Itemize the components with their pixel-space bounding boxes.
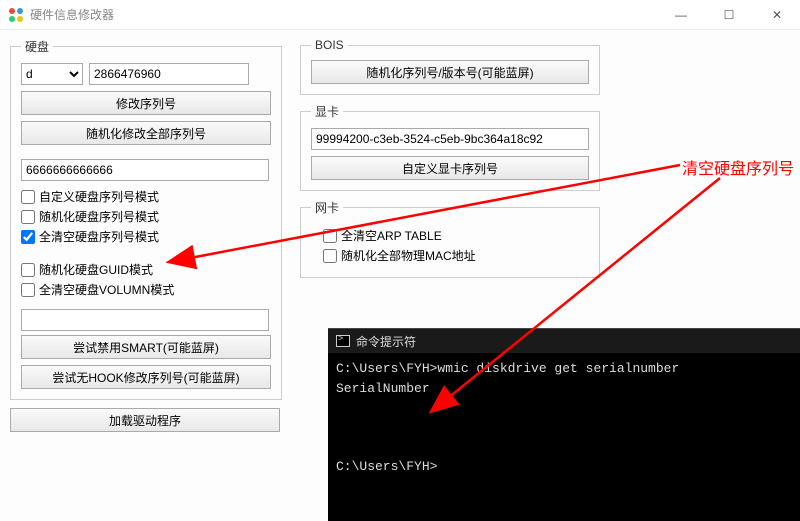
chk-custom-serial[interactable] bbox=[21, 190, 35, 204]
nohook-serial-button[interactable]: 尝试无HOOK修改序列号(可能蓝屏) bbox=[21, 365, 271, 389]
console-prompt: C:\Users\FYH> bbox=[336, 459, 437, 474]
drive-select[interactable]: d bbox=[21, 63, 83, 85]
nic-group: 网卡 全清空ARP TABLE 随机化全部物理MAC地址 bbox=[300, 199, 600, 278]
chk-clear-arp[interactable] bbox=[323, 229, 337, 243]
chk-clear-serial[interactable] bbox=[21, 230, 35, 244]
bios-random-button[interactable]: 随机化序列号/版本号(可能蓝屏) bbox=[311, 60, 589, 84]
hdd-empty-input[interactable] bbox=[21, 309, 269, 331]
hdd-serial-input[interactable] bbox=[89, 63, 249, 85]
app-icon bbox=[8, 7, 24, 23]
gpu-custom-button[interactable]: 自定义显卡序列号 bbox=[311, 156, 589, 180]
minimize-button[interactable]: — bbox=[666, 8, 696, 22]
chk-random-serial-label: 随机化硬盘序列号模式 bbox=[39, 208, 159, 225]
chk-random-serial[interactable] bbox=[21, 210, 35, 224]
console-line1: C:\Users\FYH>wmic diskdrive get serialnu… bbox=[336, 361, 679, 376]
chk-clear-arp-label: 全清空ARP TABLE bbox=[341, 227, 442, 244]
bios-group: BOIS 随机化序列号/版本号(可能蓝屏) bbox=[300, 38, 600, 95]
chk-random-guid-label: 随机化硬盘GUID模式 bbox=[39, 261, 153, 278]
nic-legend: 网卡 bbox=[311, 199, 343, 216]
window-controls: — ☐ ✕ bbox=[666, 8, 792, 22]
console-titlebar: 命令提示符 bbox=[328, 329, 800, 353]
chk-clear-volumn-label: 全清空硬盘VOLUMN模式 bbox=[39, 281, 174, 298]
titlebar-left: 硬件信息修改器 bbox=[8, 6, 114, 23]
chk-random-mac-label: 随机化全部物理MAC地址 bbox=[341, 247, 476, 264]
load-driver-button[interactable]: 加载驱动程序 bbox=[10, 408, 280, 432]
hdd-legend: 硬盘 bbox=[21, 38, 53, 55]
console-body[interactable]: C:\Users\FYH>wmic diskdrive get serialnu… bbox=[328, 353, 800, 482]
console-title-text: 命令提示符 bbox=[356, 333, 416, 350]
cmd-icon bbox=[336, 335, 350, 347]
console-line2: SerialNumber bbox=[336, 381, 430, 396]
window-title: 硬件信息修改器 bbox=[30, 6, 114, 23]
titlebar: 硬件信息修改器 — ☐ ✕ bbox=[0, 0, 800, 30]
modify-serial-button[interactable]: 修改序列号 bbox=[21, 91, 271, 115]
hdd-group: 硬盘 d 修改序列号 随机化修改全部序列号 自定义硬盘序列号模式 随机化硬盘序列… bbox=[10, 38, 282, 400]
disable-smart-button[interactable]: 尝试禁用SMART(可能蓝屏) bbox=[21, 335, 271, 359]
gpu-group: 显卡 自定义显卡序列号 bbox=[300, 103, 600, 191]
console-window: 命令提示符 C:\Users\FYH>wmic diskdrive get se… bbox=[328, 328, 800, 521]
close-button[interactable]: ✕ bbox=[762, 8, 792, 22]
annotation-label: 清空硬盘序列号 bbox=[682, 155, 794, 179]
maximize-button[interactable]: ☐ bbox=[714, 8, 744, 22]
bios-legend: BOIS bbox=[311, 38, 348, 52]
hdd-custom-value-input[interactable] bbox=[21, 159, 269, 181]
gpu-serial-input[interactable] bbox=[311, 128, 589, 150]
chk-clear-volumn[interactable] bbox=[21, 283, 35, 297]
chk-clear-serial-label: 全清空硬盘序列号模式 bbox=[39, 228, 159, 245]
chk-random-mac[interactable] bbox=[323, 249, 337, 263]
chk-custom-serial-label: 自定义硬盘序列号模式 bbox=[39, 188, 159, 205]
chk-random-guid[interactable] bbox=[21, 263, 35, 277]
gpu-legend: 显卡 bbox=[311, 103, 343, 120]
random-all-serial-button[interactable]: 随机化修改全部序列号 bbox=[21, 121, 271, 145]
